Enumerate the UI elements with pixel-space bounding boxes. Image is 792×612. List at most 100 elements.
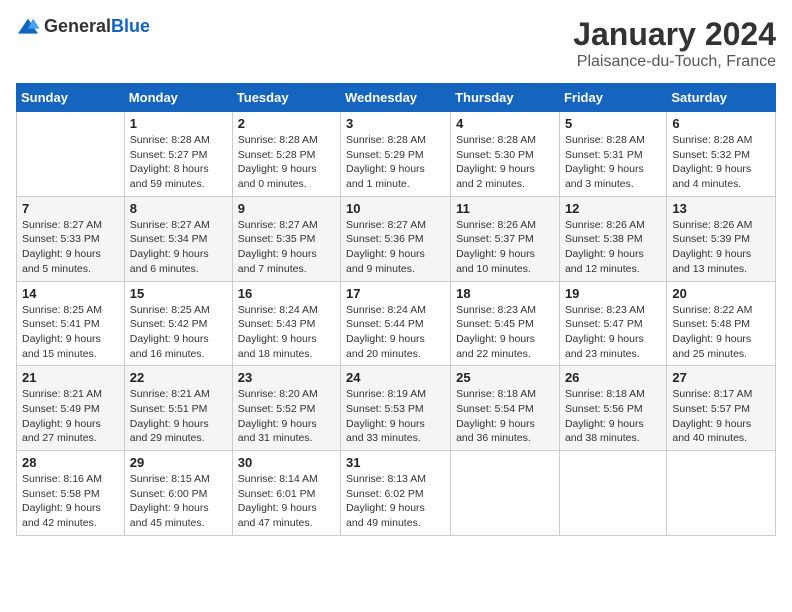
day-info: Sunrise: 8:26 AMSunset: 5:38 PMDaylight:…	[565, 218, 661, 277]
calendar-cell: 31Sunrise: 8:13 AMSunset: 6:02 PMDayligh…	[341, 451, 451, 536]
header-day-monday: Monday	[124, 84, 232, 112]
day-info: Sunrise: 8:22 AMSunset: 5:48 PMDaylight:…	[672, 303, 770, 362]
day-number: 28	[22, 455, 119, 470]
calendar-cell: 7 Sunrise: 8:27 AMSunset: 5:33 PMDaylight…	[17, 196, 125, 281]
day-info: Sunrise: 8:26 AMSunset: 5:39 PMDaylight:…	[672, 218, 770, 277]
calendar-cell: 6 Sunrise: 8:28 AMSunset: 5:32 PMDaylight…	[667, 112, 776, 197]
calendar-cell: 29 Sunrise: 8:15 AMSunset: 6:00 PMDayligh…	[124, 451, 232, 536]
calendar-cell: 15 Sunrise: 8:25 AMSunset: 5:42 PMDayligh…	[124, 281, 232, 366]
day-number: 5	[565, 116, 661, 131]
day-info: Sunrise: 8:16 AMSunset: 5:58 PMDaylight:…	[22, 472, 119, 531]
header-day-wednesday: Wednesday	[341, 84, 451, 112]
week-row-4: 21Sunrise: 8:21 AMSunset: 5:49 PMDayligh…	[17, 366, 776, 451]
header-day-sunday: Sunday	[17, 84, 125, 112]
calendar-cell	[17, 112, 125, 197]
logo: GeneralBlue	[16, 16, 150, 37]
day-info: Sunrise: 8:23 AMSunset: 5:47 PMDaylight:…	[565, 303, 661, 362]
day-number: 26	[565, 370, 661, 385]
day-number: 11	[456, 201, 554, 216]
week-row-3: 14 Sunrise: 8:25 AMSunset: 5:41 PMDayligh…	[17, 281, 776, 366]
day-number: 17	[346, 286, 445, 301]
calendar-cell	[667, 451, 776, 536]
day-info: Sunrise: 8:17 AMSunset: 5:57 PMDaylight:…	[672, 387, 770, 446]
calendar-cell: 12 Sunrise: 8:26 AMSunset: 5:38 PMDayligh…	[559, 196, 666, 281]
calendar-cell: 5Sunrise: 8:28 AMSunset: 5:31 PMDaylight…	[559, 112, 666, 197]
day-info: Sunrise: 8:14 AMSunset: 6:01 PMDaylight:…	[238, 472, 335, 531]
header-day-tuesday: Tuesday	[232, 84, 340, 112]
logo-blue: Blue	[111, 16, 150, 36]
calendar-cell: 26Sunrise: 8:18 AMSunset: 5:56 PMDayligh…	[559, 366, 666, 451]
day-number: 7	[22, 201, 119, 216]
calendar-cell: 21Sunrise: 8:21 AMSunset: 5:49 PMDayligh…	[17, 366, 125, 451]
day-number: 14	[22, 286, 119, 301]
day-info: Sunrise: 8:25 AMSunset: 5:41 PMDaylight:…	[22, 303, 119, 362]
day-number: 24	[346, 370, 445, 385]
calendar-body: 1Sunrise: 8:28 AMSunset: 5:27 PMDaylight…	[17, 112, 776, 536]
calendar-cell: 3 Sunrise: 8:28 AMSunset: 5:29 PMDaylight…	[341, 112, 451, 197]
day-number: 15	[130, 286, 227, 301]
day-number: 25	[456, 370, 554, 385]
day-info: Sunrise: 8:28 AMSunset: 5:28 PMDaylight:…	[238, 133, 335, 192]
day-info: Sunrise: 8:20 AMSunset: 5:52 PMDaylight:…	[238, 387, 335, 446]
day-info: Sunrise: 8:23 AMSunset: 5:45 PMDaylight:…	[456, 303, 554, 362]
day-number: 18	[456, 286, 554, 301]
calendar-cell: 4Sunrise: 8:28 AMSunset: 5:30 PMDaylight…	[451, 112, 560, 197]
day-info: Sunrise: 8:28 AMSunset: 5:32 PMDaylight:…	[672, 133, 770, 192]
day-info: Sunrise: 8:18 AMSunset: 5:54 PMDaylight:…	[456, 387, 554, 446]
logo-general: General	[44, 16, 111, 36]
day-info: Sunrise: 8:24 AMSunset: 5:43 PMDaylight:…	[238, 303, 335, 362]
day-number: 23	[238, 370, 335, 385]
calendar-cell: 30 Sunrise: 8:14 AMSunset: 6:01 PMDayligh…	[232, 451, 340, 536]
calendar-cell: 19Sunrise: 8:23 AMSunset: 5:47 PMDayligh…	[559, 281, 666, 366]
day-number: 27	[672, 370, 770, 385]
logo-icon	[16, 17, 40, 37]
calendar-table: SundayMondayTuesdayWednesdayThursdayFrid…	[16, 83, 776, 536]
day-number: 16	[238, 286, 335, 301]
title-block: January 2024 Plaisance-du-Touch, France	[573, 16, 776, 71]
day-number: 29	[130, 455, 227, 470]
week-row-2: 7 Sunrise: 8:27 AMSunset: 5:33 PMDaylight…	[17, 196, 776, 281]
day-number: 6	[672, 116, 770, 131]
calendar-cell: 2 Sunrise: 8:28 AMSunset: 5:28 PMDaylight…	[232, 112, 340, 197]
day-info: Sunrise: 8:27 AMSunset: 5:36 PMDaylight:…	[346, 218, 445, 277]
page-header: GeneralBlue January 2024 Plaisance-du-To…	[16, 16, 776, 71]
calendar-cell	[451, 451, 560, 536]
location-title: Plaisance-du-Touch, France	[573, 53, 776, 71]
month-title: January 2024	[573, 16, 776, 53]
calendar-cell: 18 Sunrise: 8:23 AMSunset: 5:45 PMDayligh…	[451, 281, 560, 366]
day-info: Sunrise: 8:13 AMSunset: 6:02 PMDaylight:…	[346, 472, 445, 531]
calendar-cell: 28 Sunrise: 8:16 AMSunset: 5:58 PMDayligh…	[17, 451, 125, 536]
day-info: Sunrise: 8:28 AMSunset: 5:30 PMDaylight:…	[456, 133, 554, 192]
day-number: 2	[238, 116, 335, 131]
day-number: 8	[130, 201, 227, 216]
calendar-cell: 17 Sunrise: 8:24 AMSunset: 5:44 PMDayligh…	[341, 281, 451, 366]
calendar-cell: 24Sunrise: 8:19 AMSunset: 5:53 PMDayligh…	[341, 366, 451, 451]
calendar-cell: 9 Sunrise: 8:27 AMSunset: 5:35 PMDaylight…	[232, 196, 340, 281]
header-day-saturday: Saturday	[667, 84, 776, 112]
day-info: Sunrise: 8:28 AMSunset: 5:29 PMDaylight:…	[346, 133, 445, 192]
week-row-5: 28 Sunrise: 8:16 AMSunset: 5:58 PMDayligh…	[17, 451, 776, 536]
day-number: 3	[346, 116, 445, 131]
day-info: Sunrise: 8:24 AMSunset: 5:44 PMDaylight:…	[346, 303, 445, 362]
calendar-cell: 14 Sunrise: 8:25 AMSunset: 5:41 PMDayligh…	[17, 281, 125, 366]
day-number: 12	[565, 201, 661, 216]
day-number: 9	[238, 201, 335, 216]
day-number: 13	[672, 201, 770, 216]
day-info: Sunrise: 8:15 AMSunset: 6:00 PMDaylight:…	[130, 472, 227, 531]
day-number: 30	[238, 455, 335, 470]
calendar-cell: 22Sunrise: 8:21 AMSunset: 5:51 PMDayligh…	[124, 366, 232, 451]
day-info: Sunrise: 8:27 AMSunset: 5:33 PMDaylight:…	[22, 218, 119, 277]
day-number: 22	[130, 370, 227, 385]
calendar-cell	[559, 451, 666, 536]
calendar-cell: 10Sunrise: 8:27 AMSunset: 5:36 PMDayligh…	[341, 196, 451, 281]
day-info: Sunrise: 8:27 AMSunset: 5:35 PMDaylight:…	[238, 218, 335, 277]
header-day-friday: Friday	[559, 84, 666, 112]
week-row-1: 1Sunrise: 8:28 AMSunset: 5:27 PMDaylight…	[17, 112, 776, 197]
day-info: Sunrise: 8:21 AMSunset: 5:49 PMDaylight:…	[22, 387, 119, 446]
day-info: Sunrise: 8:25 AMSunset: 5:42 PMDaylight:…	[130, 303, 227, 362]
day-number: 20	[672, 286, 770, 301]
calendar-cell: 8Sunrise: 8:27 AMSunset: 5:34 PMDaylight…	[124, 196, 232, 281]
calendar-cell: 20 Sunrise: 8:22 AMSunset: 5:48 PMDayligh…	[667, 281, 776, 366]
header-day-thursday: Thursday	[451, 84, 560, 112]
calendar-cell: 1Sunrise: 8:28 AMSunset: 5:27 PMDaylight…	[124, 112, 232, 197]
